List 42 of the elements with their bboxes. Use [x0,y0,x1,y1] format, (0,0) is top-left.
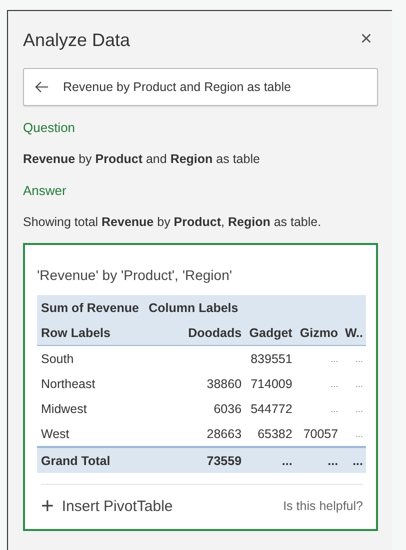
header-cell: Gizmo [295,320,342,346]
table-cell: West [37,421,146,447]
total-cell: ... [244,447,296,473]
table-cell-text: Northeast [40,376,96,392]
table-cell-text: 38860 [206,376,243,392]
section-heading: Question [23,120,76,135]
header-cell: Sum of Revenue [37,295,146,320]
table-cell: 28663 [146,421,245,447]
back-arrow-icon[interactable] [35,81,49,93]
header-cell: Row Labels [37,320,146,346]
table-cell-text: ... [354,378,364,390]
header-cell: W.. [341,320,366,346]
table-cell: South [37,346,146,371]
search-field[interactable]: Revenue by Product and Region as table [23,68,378,106]
header-cell: Doodads [146,320,245,346]
total-cell: Grand Total [37,447,146,473]
table-cell: 70057 [295,421,342,447]
table-cell: ... [341,346,366,371]
panel-title: Analyze Data [23,29,130,51]
table-cell-text: Midwest [40,400,88,418]
insert-pivottable-button[interactable]: + Insert PivotTable [41,495,173,517]
answer-text: Showing total Revenue by Product, Region as table. [23,215,322,229]
table-cell: ... [295,346,342,371]
section-heading: Answer [23,183,68,198]
header-cell: Gadget [244,320,296,346]
feedback-link[interactable]: Is this helpful? [283,499,363,513]
table-cell-text: ... [354,402,364,416]
header-cell: Column Labels [146,295,245,320]
close-button[interactable]: × [354,28,378,51]
total-cell: ... [341,447,366,473]
card-title: 'Revenue' by 'Product', 'Region' [37,267,234,283]
table-cell-text: ... [330,378,340,390]
table-cell: 839551 [244,346,296,371]
table-cell-text: 714009 [250,376,294,392]
table-cell: ... [341,421,366,447]
table-cell: 65382 [244,421,296,447]
total-cell: ... [295,447,342,473]
table-cell-text: ... [330,402,340,416]
total-cell: 73559 [146,447,245,473]
table-cell-text: 6036 [212,400,243,418]
table-cell-text: 544772 [250,400,294,418]
question-text: Revenue by Product and Region as table [23,152,261,166]
